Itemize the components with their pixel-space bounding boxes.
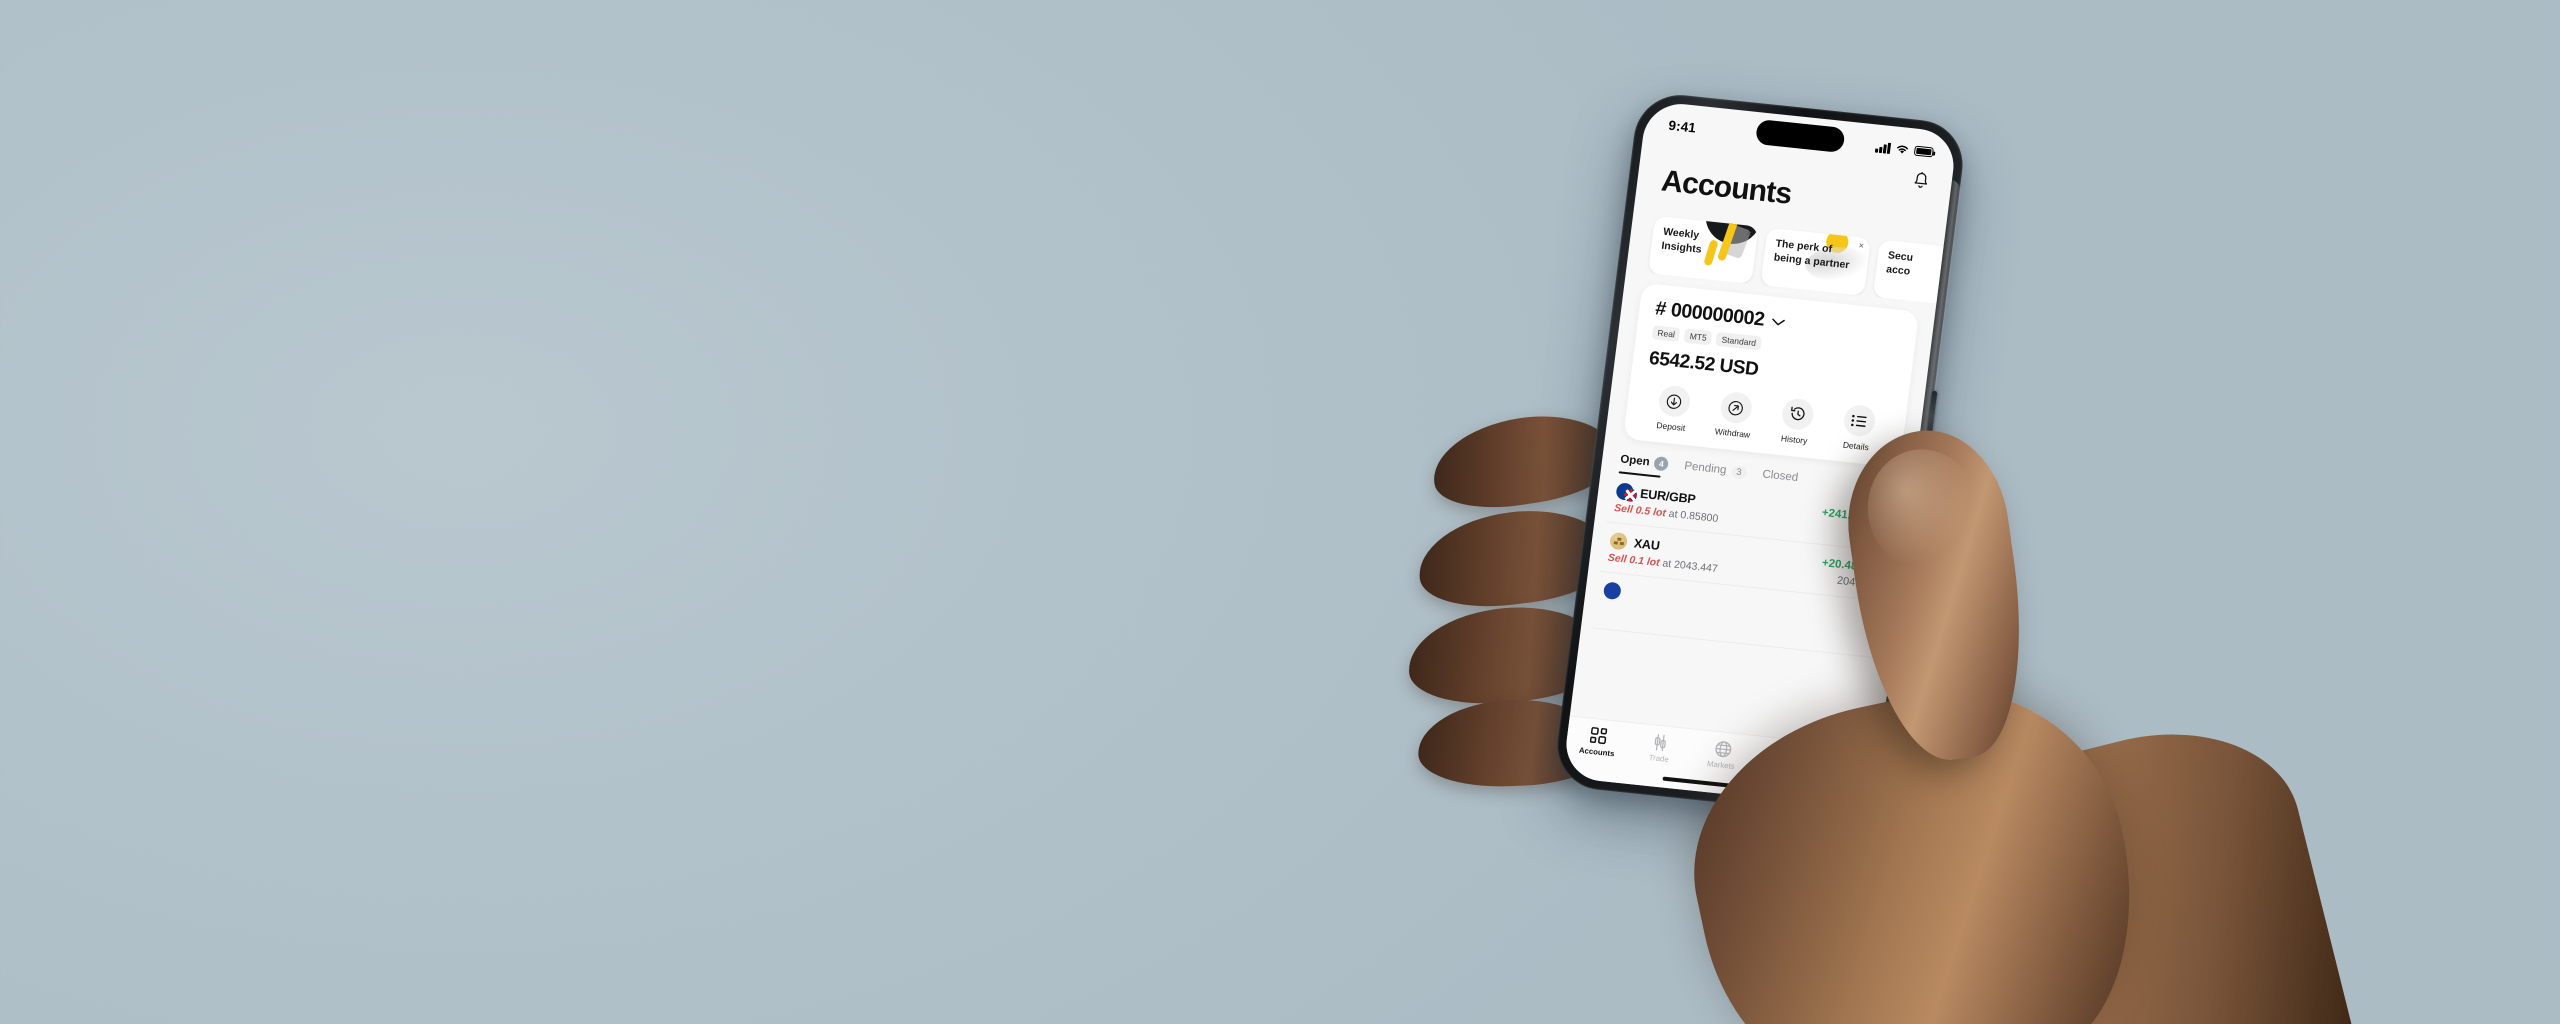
battery-icon [1913, 145, 1934, 158]
details-label: Details [1842, 439, 1870, 453]
nav-item-performance[interactable]: Performance [1751, 744, 1817, 779]
tab-open-label: Open [1619, 453, 1651, 469]
details-button[interactable]: Details [1825, 402, 1890, 454]
promo-card-weekly-insights[interactable]: × Weekly Insights [1647, 215, 1759, 285]
trade-symbol: XAU [1633, 535, 1661, 553]
withdraw-button[interactable]: Withdraw [1702, 389, 1767, 441]
sort-arrows-icon[interactable] [1879, 480, 1896, 495]
trade-side: Sell 0.5 lot [1613, 502, 1667, 520]
scene: 9:41 Accounts × Weekly Insights × The pe… [0, 0, 2560, 1024]
nav-label-performance: Performance [1760, 764, 1806, 779]
tab-open[interactable]: Open 4 [1619, 452, 1670, 472]
tab-pending-label: Pending [1683, 460, 1728, 477]
eurgbp-flag-icon [1615, 482, 1635, 501]
nav-item-trade[interactable]: Trade [1627, 731, 1693, 766]
history-label: History [1780, 433, 1808, 446]
history-button[interactable]: History [1764, 396, 1829, 448]
trade-symbol: EUR/GBP [1639, 486, 1697, 506]
dynamic-island [1754, 119, 1846, 154]
bar-chart-icon [1776, 749, 1794, 765]
phone-device: 9:41 Accounts × Weekly Insights × The pe… [1552, 90, 1968, 820]
hand-behind [0, 0, 2560, 1024]
withdraw-arrow-up-right-icon [1718, 390, 1754, 425]
tab-pending-badge: 3 [1730, 464, 1748, 480]
hand-front [0, 0, 2560, 1024]
cellular-signal-icon [1875, 141, 1892, 154]
nav-label-markets: Markets [1706, 759, 1736, 771]
account-tag-plan: Standard [1715, 331, 1762, 351]
promo-close-icon[interactable]: × [1858, 240, 1864, 250]
nav-item-accounts[interactable]: Accounts [1565, 724, 1631, 759]
account-actions: Deposit Withdraw History Details [1640, 383, 1890, 454]
tab-closed[interactable]: Closed [1762, 468, 1799, 484]
tab-pending[interactable]: Pending 3 [1683, 460, 1748, 480]
history-clock-icon [1780, 397, 1815, 432]
promo-close-icon[interactable]: × [1746, 228, 1752, 238]
phone-screen: 9:41 Accounts × Weekly Insights × The pe… [1562, 100, 1958, 810]
symbol-icon [1602, 581, 1622, 601]
nav-label-accounts: Accounts [1578, 745, 1615, 759]
withdraw-label: Withdraw [1714, 426, 1751, 440]
trade-price: 2041.399 [1836, 574, 1884, 592]
trades-list: EUR/GBP Sell 0.5 lot at 0.85800 +241.42 … [1592, 472, 1900, 659]
trade-entry: at 0.85800 [1665, 507, 1719, 525]
notification-bell-icon[interactable] [1911, 171, 1930, 192]
deposit-button[interactable]: Deposit [1640, 383, 1705, 435]
account-card: # 000000002 Real MT5 Standard 6542.52 US… [1622, 282, 1920, 468]
wifi-icon [1897, 145, 1909, 154]
status-time: 9:41 [1667, 117, 1697, 136]
tab-open-badge: 4 [1653, 456, 1670, 472]
chevron-down-icon[interactable] [1772, 317, 1786, 326]
promo-label: Secu acco [1885, 249, 1914, 278]
account-tag-platform: MT5 [1683, 328, 1713, 346]
candlestick-icon [1654, 734, 1667, 752]
nav-label-profile: Profile [1833, 772, 1857, 784]
trade-entry: at 2043.447 [1658, 557, 1719, 576]
nav-item-markets[interactable]: Markets [1689, 737, 1755, 772]
globe-icon [1714, 741, 1731, 758]
promo-card-partner[interactable]: × The perk of being a partner [1760, 227, 1872, 297]
xau-gold-icon [1609, 531, 1629, 551]
trade-price: 0.85420 [1848, 525, 1890, 542]
nav-label-trade: Trade [1648, 752, 1670, 765]
user-circle-icon [1839, 754, 1855, 771]
trade-pnl: +20.48 USD [1821, 557, 1886, 576]
account-tag-type: Real [1651, 325, 1681, 342]
deposit-label: Deposit [1655, 420, 1686, 433]
details-list-icon [1841, 403, 1877, 438]
promo-card-secure-account[interactable]: Secu acco [1872, 239, 1945, 304]
deposit-arrow-down-icon [1656, 384, 1692, 419]
nav-item-profile[interactable]: Profile [1813, 751, 1879, 786]
tab-closed-label: Closed [1761, 468, 1799, 485]
grid-squares-icon [1589, 726, 1607, 745]
trade-side: Sell 0.1 lot [1607, 551, 1661, 570]
